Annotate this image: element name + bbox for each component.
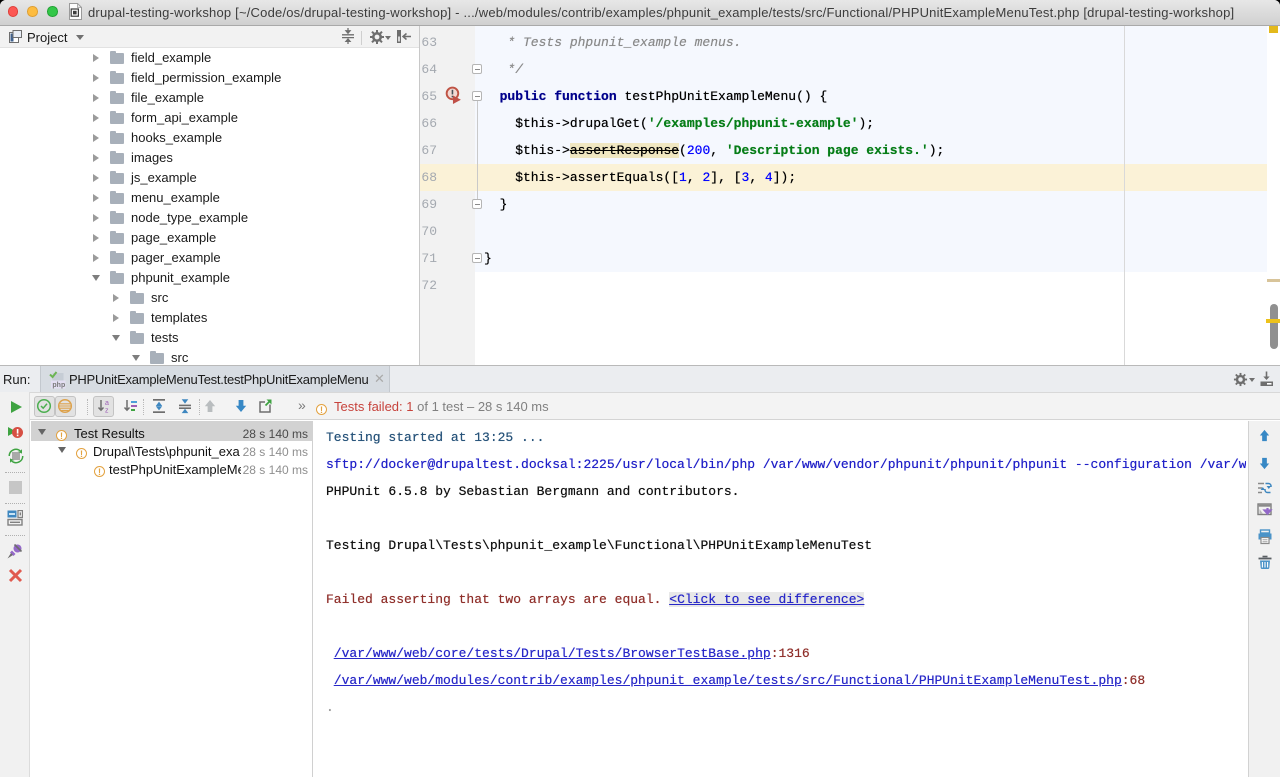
svg-text:a: a [105, 400, 109, 407]
svg-text:z: z [105, 408, 109, 415]
svg-text:php: php [52, 382, 65, 389]
